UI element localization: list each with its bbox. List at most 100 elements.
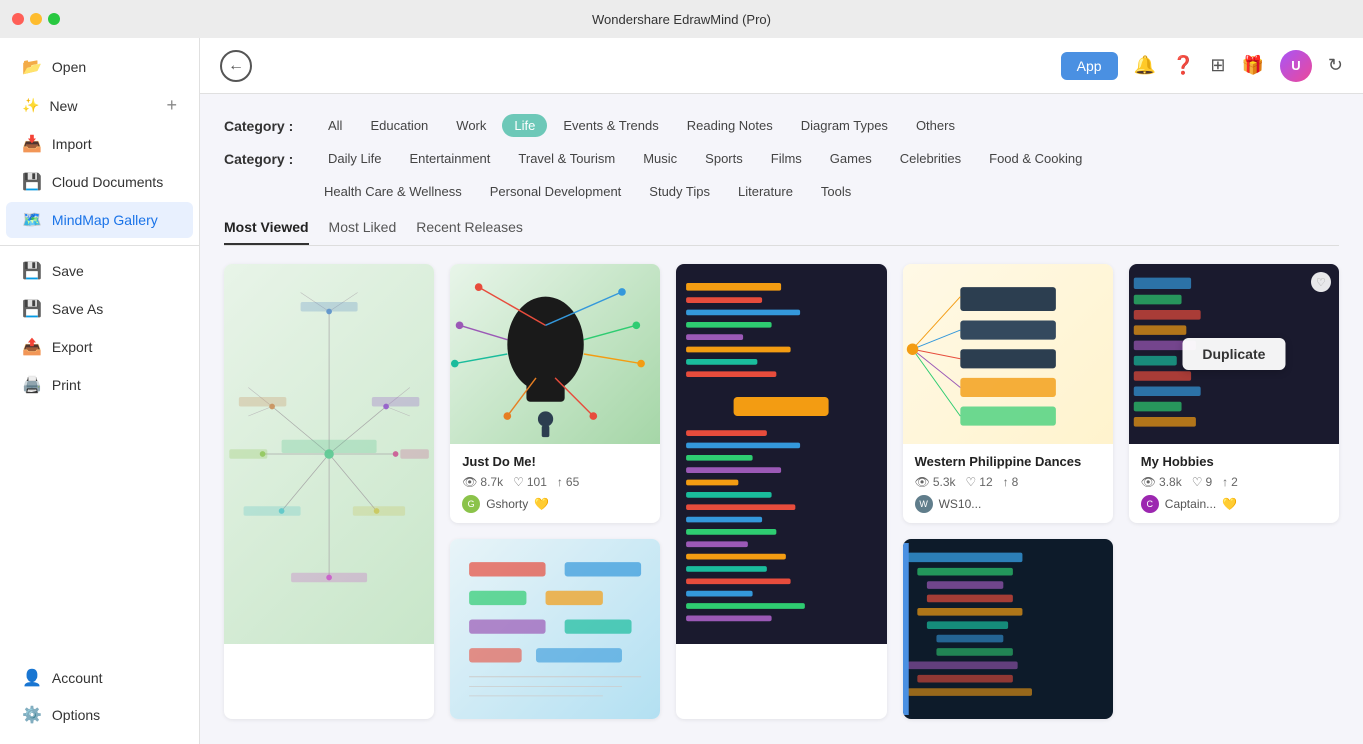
cat-study[interactable]: Study Tips [637, 180, 722, 203]
cat-literature[interactable]: Literature [726, 180, 805, 203]
import-icon: 📥 [22, 134, 42, 154]
traffic-lights [12, 13, 60, 25]
card-info-4: Western Philippine Dances 👁 5.3k ♡ 12 ↑ … [903, 444, 1113, 523]
sidebar: 📂 Open ✨ New + 📥 Import 💾 Cloud Document… [0, 38, 200, 744]
cat-diagram[interactable]: Diagram Types [789, 114, 900, 137]
cat-education[interactable]: Education [358, 114, 440, 137]
back-button[interactable]: ← [220, 50, 252, 82]
content-area: Category : All Education Work Life Event… [200, 94, 1363, 744]
stat-shares-4: ↑ 8 [1003, 475, 1019, 489]
cat-sports[interactable]: Sports [693, 147, 755, 170]
open-icon: 📂 [22, 57, 42, 77]
cat-celebrities[interactable]: Celebrities [888, 147, 973, 170]
new-plus-icon[interactable]: + [166, 95, 177, 116]
author-avatar-5: C [1141, 495, 1159, 513]
user-avatar[interactable]: U [1280, 50, 1312, 82]
sidebar-bottom: 👤 Account ⚙️ Options [0, 659, 199, 734]
sidebar-item-cloud[interactable]: 💾 Cloud Documents [6, 164, 193, 200]
sidebar-item-options[interactable]: ⚙️ Options [6, 697, 193, 733]
stat-shares-5: ↑ 2 [1222, 475, 1238, 489]
gallery-card-1[interactable] [224, 264, 434, 719]
gift-icon[interactable]: 🎁 [1241, 55, 1263, 76]
card-thumb-6 [450, 539, 660, 719]
author-name-4: WS10... [939, 497, 982, 511]
cat-life[interactable]: Life [502, 114, 547, 137]
sidebar-item-open[interactable]: 📂 Open [6, 49, 193, 85]
sidebar-label-gallery: MindMap Gallery [52, 212, 158, 228]
tab-recent[interactable]: Recent Releases [416, 219, 523, 245]
sidebar-label-open: Open [52, 59, 86, 75]
bell-icon[interactable]: 🔔 [1134, 55, 1156, 76]
sidebar-item-gallery[interactable]: 🗺️ MindMap Gallery [6, 202, 193, 238]
card-stats-5: 👁 3.8k ♡ 9 ↑ 2 [1141, 475, 1327, 489]
cat-health[interactable]: Health Care & Wellness [312, 180, 474, 203]
sidebar-item-export[interactable]: 📤 Export [6, 329, 193, 365]
sidebar-item-import[interactable]: 📥 Import [6, 126, 193, 162]
cat-travel[interactable]: Travel & Tourism [506, 147, 627, 170]
category-label-1: Category : [224, 118, 304, 134]
grid-icon[interactable]: ⊞ [1210, 55, 1225, 76]
options-icon: ⚙️ [22, 705, 42, 725]
sidebar-label-save: Save [52, 263, 84, 279]
card-title-5: My Hobbies [1141, 454, 1327, 469]
cat-tools[interactable]: Tools [809, 180, 863, 203]
gallery-card-2[interactable]: Just Do Me! 👁 8.7k ♡ 101 ↑ 65 G Gshorty … [450, 264, 660, 523]
gallery-card-7[interactable] [903, 539, 1113, 719]
cat-films[interactable]: Films [759, 147, 814, 170]
sidebar-item-print[interactable]: 🖨️ Print [6, 367, 193, 403]
category-row-2: Category : Daily Life Entertainment Trav… [224, 147, 1339, 170]
card-info-2: Just Do Me! 👁 8.7k ♡ 101 ↑ 65 G Gshorty … [450, 444, 660, 523]
account-icon: 👤 [22, 668, 42, 688]
cat-music[interactable]: Music [631, 147, 689, 170]
new-icon: ✨ [22, 97, 39, 114]
category-row-1: Category : All Education Work Life Event… [224, 114, 1339, 137]
cat-daily[interactable]: Daily Life [316, 147, 393, 170]
saveas-icon: 💾 [22, 299, 42, 319]
cat-entertainment[interactable]: Entertainment [397, 147, 502, 170]
sidebar-label-import: Import [52, 136, 92, 152]
cat-food[interactable]: Food & Cooking [977, 147, 1094, 170]
card-title-2: Just Do Me! [462, 454, 648, 469]
card-title-4: Western Philippine Dances [915, 454, 1101, 469]
author-avatar-4: W [915, 495, 933, 513]
cat-reading[interactable]: Reading Notes [675, 114, 785, 137]
card-author-5: C Captain... 💛 [1141, 495, 1327, 513]
sidebar-item-save[interactable]: 💾 Save [6, 253, 193, 289]
tab-most-liked[interactable]: Most Liked [329, 219, 397, 245]
stat-shares-2: ↑ 65 [557, 475, 579, 489]
back-arrow-icon: ← [228, 57, 244, 75]
stat-views-4: 👁 5.3k [915, 475, 956, 489]
cat-all[interactable]: All [316, 114, 354, 137]
cat-others[interactable]: Others [904, 114, 967, 137]
app-button[interactable]: App [1061, 52, 1118, 80]
refresh-icon[interactable]: ↻ [1328, 55, 1343, 76]
gallery-card-3[interactable] [676, 264, 886, 719]
minimize-button[interactable] [30, 13, 42, 25]
export-icon: 📤 [22, 337, 42, 357]
author-name-5: Captain... [1165, 497, 1216, 511]
sidebar-item-account[interactable]: 👤 Account [6, 660, 193, 696]
cat-work[interactable]: Work [444, 114, 498, 137]
save-icon: 💾 [22, 261, 42, 281]
header-left: ← [220, 50, 252, 82]
gallery-card-6[interactable] [450, 539, 660, 719]
gallery-card-5[interactable]: ♡ [1129, 264, 1339, 523]
sidebar-item-new[interactable]: ✨ New + [6, 87, 193, 124]
sidebar-item-saveas[interactable]: 💾 Save As [6, 291, 193, 327]
help-icon[interactable]: ❓ [1172, 55, 1194, 76]
sort-tabs: Most Viewed Most Liked Recent Releases [224, 219, 1339, 246]
cat-personal[interactable]: Personal Development [478, 180, 634, 203]
stat-likes-2: ♡ 101 [513, 475, 547, 489]
duplicate-button[interactable]: Duplicate [1182, 338, 1285, 370]
tab-most-viewed[interactable]: Most Viewed [224, 219, 309, 245]
cat-games[interactable]: Games [818, 147, 884, 170]
cat-events[interactable]: Events & Trends [551, 114, 670, 137]
card-thumb-2 [450, 264, 660, 444]
card-thumb-1 [224, 264, 434, 644]
author-avatar-2: G [462, 495, 480, 513]
header-right: App 🔔 ❓ ⊞ 🎁 U ↻ [1061, 50, 1343, 82]
maximize-button[interactable] [48, 13, 60, 25]
close-button[interactable] [12, 13, 24, 25]
gallery-card-4[interactable]: Western Philippine Dances 👁 5.3k ♡ 12 ↑ … [903, 264, 1113, 523]
main-content: ← App 🔔 ❓ ⊞ 🎁 U ↻ Category : All Educati… [200, 38, 1363, 744]
